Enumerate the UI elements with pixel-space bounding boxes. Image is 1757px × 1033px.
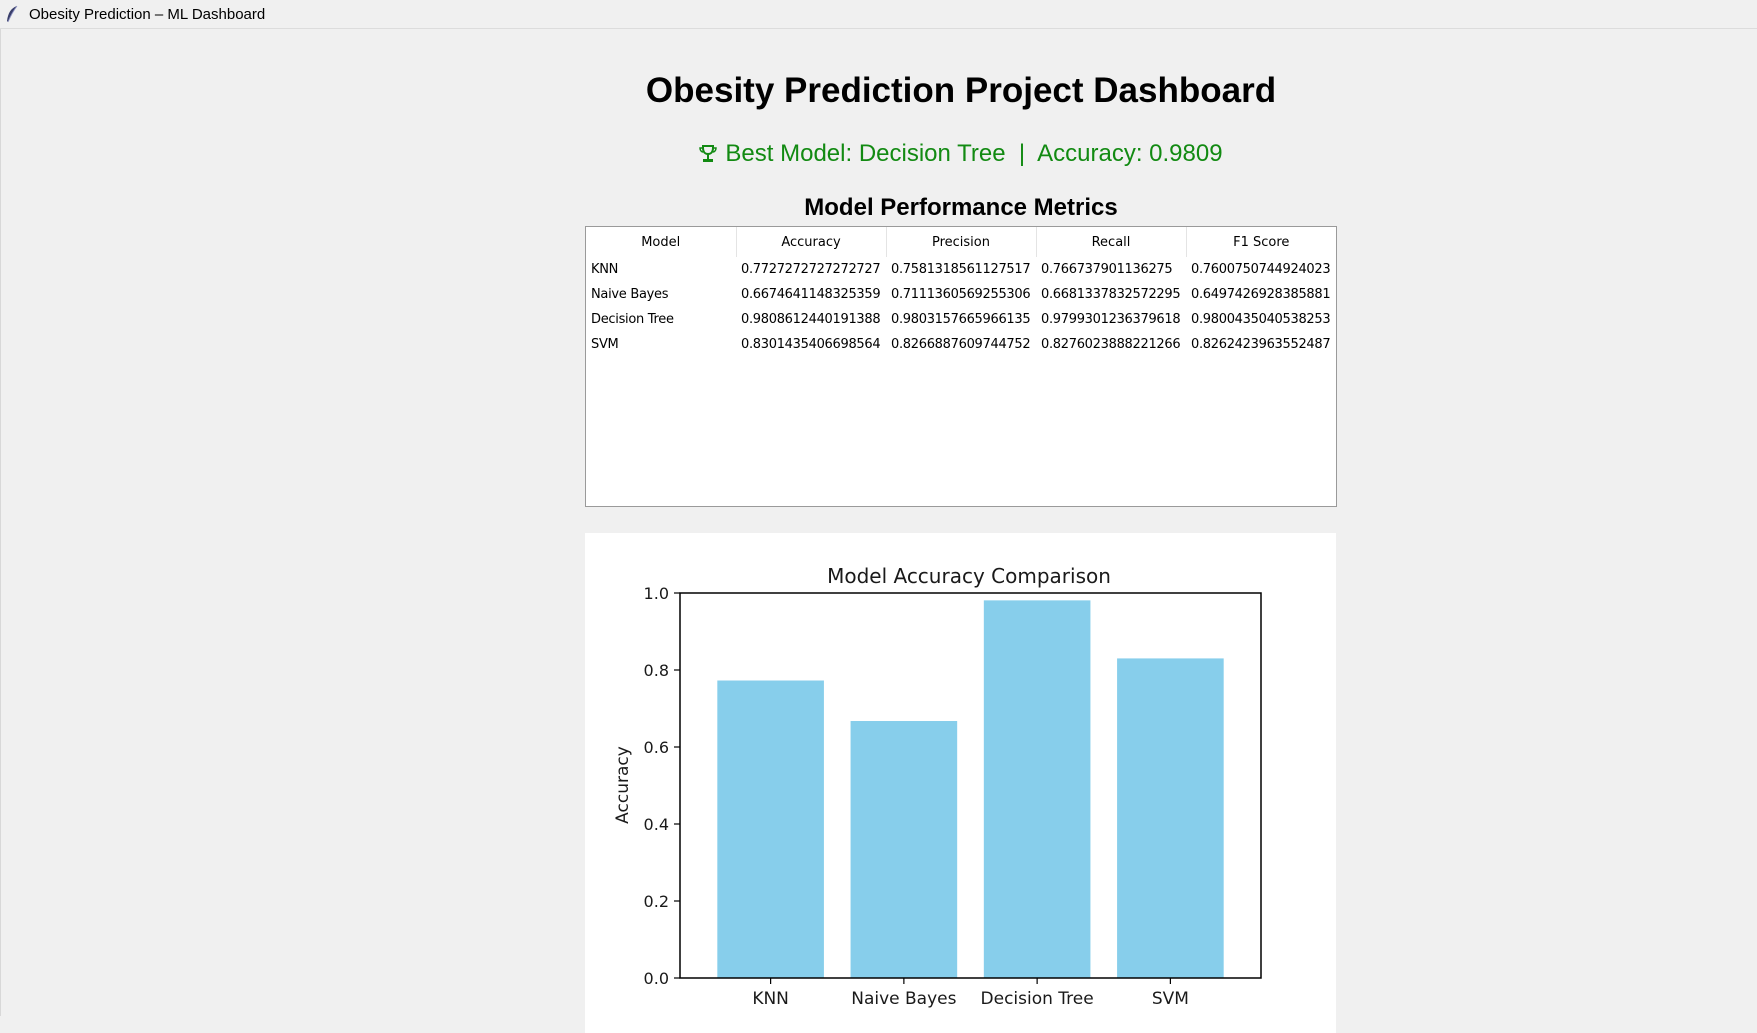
chart-title: Model Accuracy Comparison (827, 564, 1111, 588)
cell-precision: 0.7581318561127517 (891, 262, 1031, 277)
cell-model: Naive Bayes (591, 287, 669, 302)
y-tick-label: 0.2 (644, 892, 669, 911)
bar-decision-tree (983, 600, 1091, 978)
y-tick-label: 1.0 (644, 584, 669, 603)
cell-precision: 0.7111360569255306 (891, 287, 1031, 302)
bar-knn (717, 680, 824, 978)
metrics-heading: Model Performance Metrics (804, 194, 1118, 221)
column-header-f1-score[interactable]: F1 Score (1186, 227, 1336, 257)
best-model-banner: Best Model: Decision Tree | Accuracy: 0.… (1, 140, 1757, 168)
x-tick-label: KNN (752, 989, 789, 1009)
accuracy-bar-chart: Model Accuracy Comparison 0.00.20.40.60.… (613, 564, 1262, 1009)
x-axis: KNN Naive Bayes Decision Tree SVM (752, 978, 1189, 1009)
table-header-row: Model Accuracy Precision Recall F1 Score (586, 227, 1336, 257)
cell-precision: 0.8266887609744752 (891, 337, 1031, 352)
cell-model: Decision Tree (591, 312, 674, 327)
x-tick-label: Decision Tree (981, 989, 1094, 1009)
bar-svm (1117, 658, 1224, 978)
y-axis: 0.0 0.2 0.4 0.6 0.8 1.0 (644, 584, 680, 988)
page-title: Obesity Prediction Project Dashboard (645, 71, 1277, 110)
cell-recall: 0.8276023888221266 (1041, 337, 1181, 352)
bar-naive-bayes (850, 721, 958, 978)
cell-precision: 0.9803157665966135 (891, 312, 1031, 327)
cell-model: SVM (591, 337, 619, 352)
dashboard-window: Obesity Prediction Project Dashboard Bes… (0, 29, 1757, 1033)
cell-model: KNN (591, 262, 619, 277)
table-row[interactable]: Decision Tree 0.9808612440191388 0.98031… (586, 307, 1336, 332)
table-row[interactable]: Naive Bayes 0.6674641148325359 0.7111360… (586, 282, 1336, 307)
x-tick-label: SVM (1152, 989, 1189, 1009)
cell-accuracy: 0.9808612440191388 (741, 312, 881, 327)
y-tick-label: 0.0 (644, 969, 669, 988)
column-header-precision[interactable]: Precision (886, 227, 1037, 257)
cell-accuracy: 0.7727272727272727 (741, 262, 881, 277)
cell-recall: 0.9799301236379618 (1041, 312, 1181, 327)
y-tick-label: 0.6 (644, 738, 669, 757)
window-title: Obesity Prediction – ML Dashboard (29, 6, 266, 23)
trophy-icon (699, 145, 718, 162)
cell-f1-score: 0.9800435040538253 (1191, 312, 1331, 327)
table-row[interactable]: KNN 0.7727272727272727 0.758131856112751… (586, 257, 1336, 282)
y-tick-label: 0.4 (644, 815, 669, 834)
metrics-grid: Model Accuracy Precision Recall F1 Score… (586, 227, 1336, 357)
cell-accuracy: 0.6674641148325359 (741, 287, 881, 302)
y-tick-label: 0.8 (644, 661, 669, 680)
cell-recall: 0.6681337832572295 (1041, 287, 1181, 302)
cell-recall: 0.766737901136275 (1041, 262, 1173, 277)
accuracy-chart-panel: Model Accuracy Comparison 0.0 0.2 0.4 0.6 0.… (585, 533, 1336, 1033)
x-tick-label: Naive Bayes (851, 989, 956, 1009)
bar-group (717, 600, 1224, 978)
cell-accuracy: 0.8301435406698564 (741, 337, 881, 352)
y-axis-label: Accuracy (613, 746, 633, 824)
cell-f1-score: 0.8262423963552487 (1191, 337, 1331, 352)
column-header-recall[interactable]: Recall (1036, 227, 1187, 257)
column-header-model[interactable]: Model (586, 227, 737, 257)
cell-f1-score: 0.7600750744924023 (1191, 262, 1331, 277)
table-row[interactable]: SVM 0.8301435406698564 0.826688760974475… (586, 332, 1336, 357)
best-model-text: Best Model: Decision Tree | Accuracy: 0.… (725, 140, 1223, 167)
cell-f1-score: 0.6497426928385881 (1191, 287, 1331, 302)
column-header-accuracy[interactable]: Accuracy (736, 227, 887, 257)
metrics-table[interactable]: Model Accuracy Precision Recall F1 Score… (585, 226, 1337, 507)
window-titlebar[interactable]: Obesity Prediction – ML Dashboard (0, 0, 1757, 29)
feather-icon (7, 5, 18, 23)
